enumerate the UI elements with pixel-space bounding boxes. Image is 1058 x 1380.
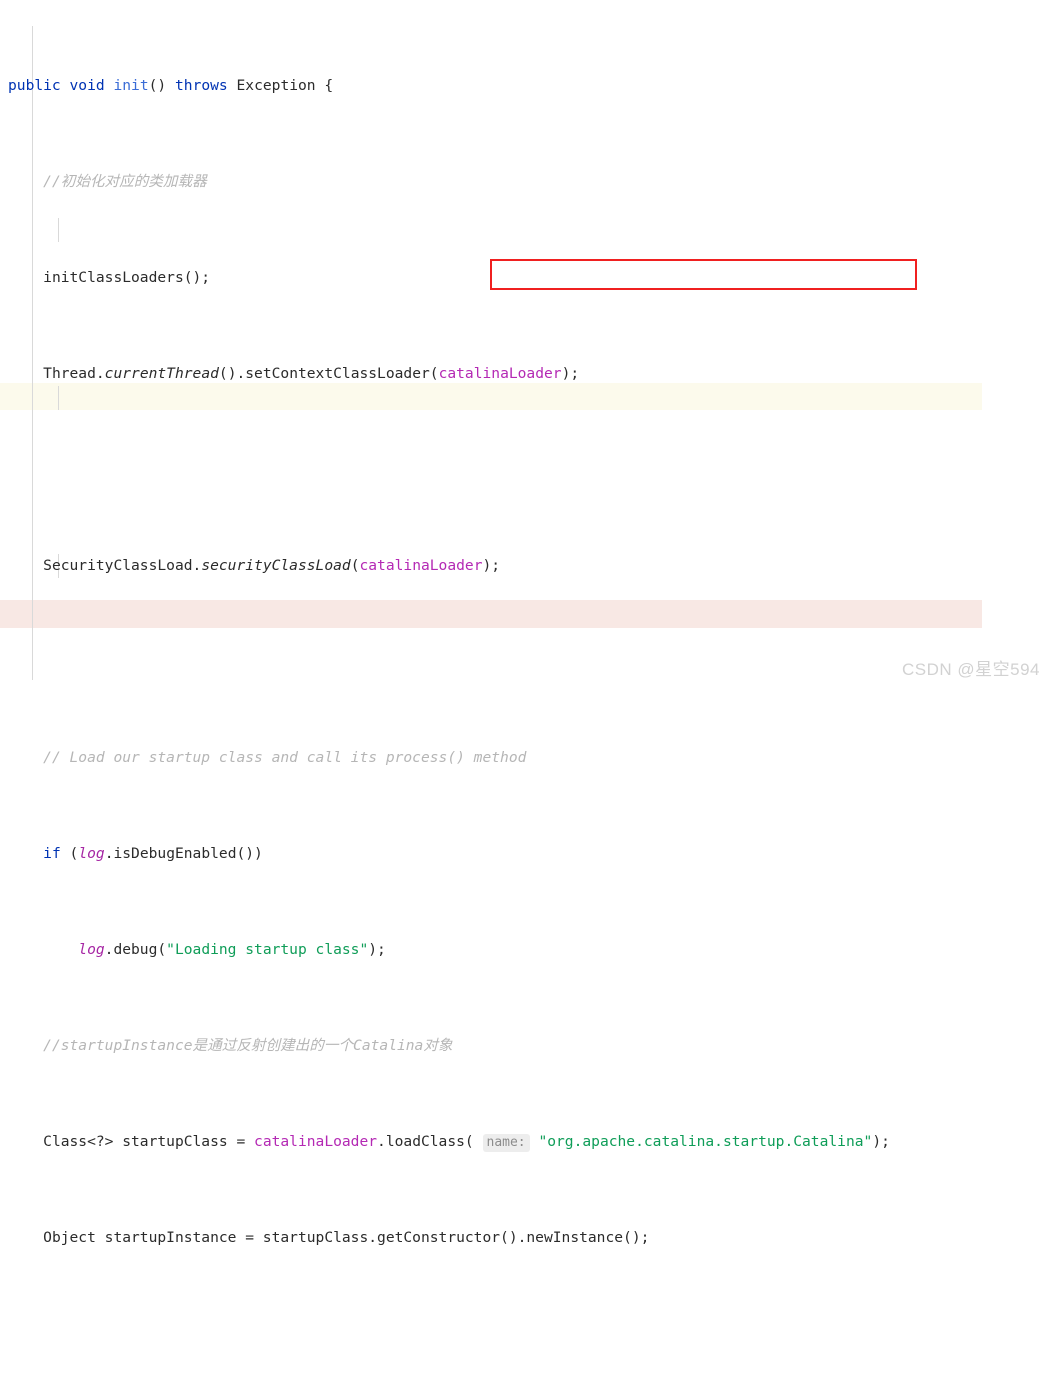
watermark-text: CSDN @星空594 xyxy=(901,660,1040,679)
code-line-5-blank xyxy=(0,458,890,482)
code-line-2: //初始化对应的类加载器 xyxy=(43,173,207,190)
code-line-10: log.debug("Loading startup class"); xyxy=(78,941,386,958)
code-line-9: if (log.isDebugEnabled()) xyxy=(43,845,263,862)
code-line-6: SecurityClassLoad.securityClassLoad(cata… xyxy=(43,557,501,574)
code-line-13: Object startupInstance = startupClass.ge… xyxy=(43,1229,650,1246)
code-line-11: //startupInstance是通过反射创建出的一个Catalina对象 xyxy=(43,1037,453,1054)
code-editor-canvas[interactable]: public void init() throws Exception { //… xyxy=(0,0,1058,1246)
code-line-7-blank xyxy=(0,650,890,674)
code-line-3: initClassLoaders(); xyxy=(43,269,211,286)
code-line-12: Class<?> startupClass = catalinaLoader.l… xyxy=(43,1133,890,1152)
code-line-4: Thread.currentThread().setContextClassLo… xyxy=(43,365,580,382)
code-line-1: public void init() throws Exception { xyxy=(8,77,334,94)
code-line-14-blank xyxy=(0,1322,890,1346)
inline-parameter-hint[interactable]: name: xyxy=(482,1134,530,1152)
code-text-layer[interactable]: public void init() throws Exception { //… xyxy=(0,0,890,1380)
code-line-8: // Load our startup class and call its p… xyxy=(43,749,527,766)
